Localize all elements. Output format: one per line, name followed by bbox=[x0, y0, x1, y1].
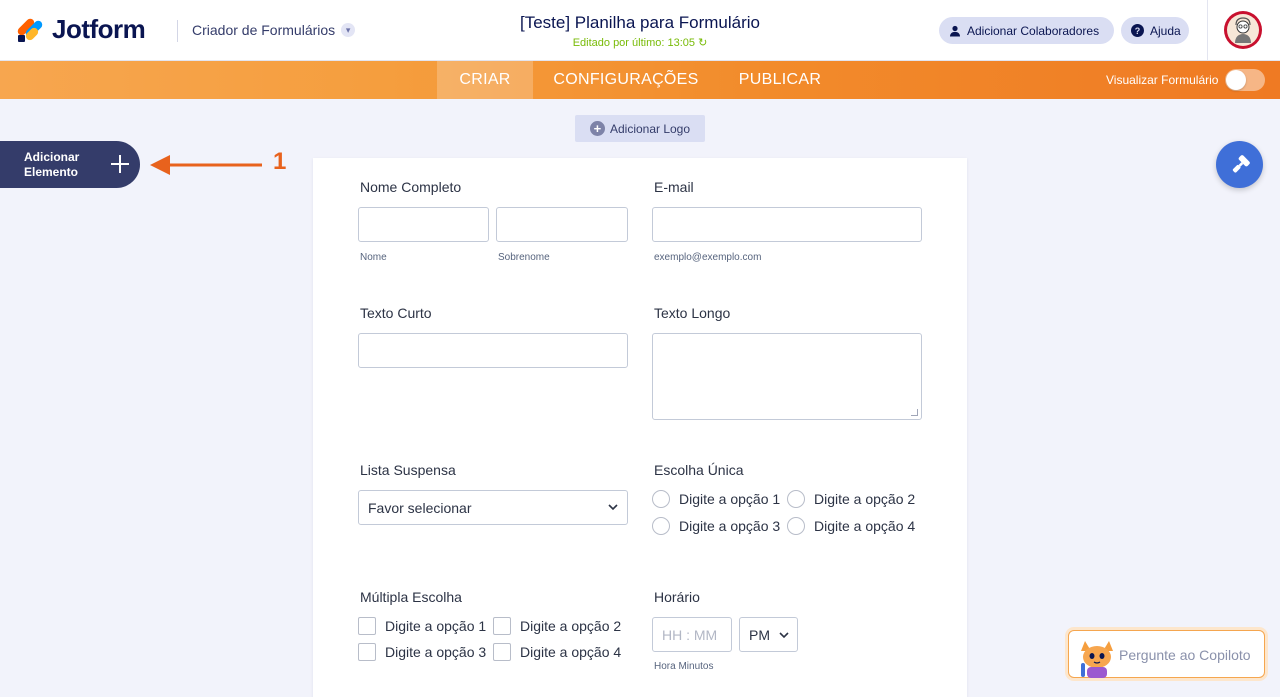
checkbox-option-label: Digite a opção 1 bbox=[385, 618, 487, 634]
ampm-value: PM bbox=[749, 626, 770, 643]
full-name-label: Nome Completo bbox=[360, 179, 462, 195]
user-icon bbox=[950, 25, 960, 36]
time-sublabel: Hora Minutos bbox=[654, 661, 714, 672]
chevron-down-icon bbox=[608, 504, 618, 511]
checkbox-option[interactable]: Digite a opção 4 bbox=[493, 643, 621, 661]
radio-button[interactable] bbox=[652, 517, 670, 535]
email-input[interactable] bbox=[652, 207, 922, 242]
chevron-down-icon bbox=[779, 632, 789, 639]
paint-roller-icon bbox=[1232, 154, 1250, 173]
add-collaborators-button[interactable]: Adicionar Colaboradores bbox=[939, 17, 1114, 44]
jotform-logo-icon bbox=[16, 15, 44, 45]
radio-button[interactable] bbox=[787, 517, 805, 535]
ampm-select[interactable]: PM bbox=[739, 617, 798, 652]
email-label: E-mail bbox=[654, 179, 694, 195]
dropdown-select[interactable]: Favor selecionar bbox=[358, 490, 628, 525]
copilot-mascot-icon bbox=[1081, 641, 1113, 678]
edited-status: Editado por último: 13:05 ↻ bbox=[440, 36, 840, 49]
form-title[interactable]: [Teste] Planilha para Formulário bbox=[440, 13, 840, 33]
top-header: Jotform Criador de Formulários ▾ [Teste]… bbox=[0, 0, 1280, 61]
help-label: Ajuda bbox=[1150, 23, 1181, 38]
radio-option-label: Digite a opção 1 bbox=[679, 491, 781, 507]
short-text-input[interactable] bbox=[358, 333, 628, 368]
checkbox[interactable] bbox=[358, 643, 376, 661]
annotation-number: 1 bbox=[273, 148, 287, 175]
preview-toggle[interactable] bbox=[1225, 69, 1265, 91]
time-label: Horário bbox=[654, 589, 700, 605]
add-logo-button[interactable]: + Adicionar Logo bbox=[575, 115, 705, 142]
add-element-button[interactable]: Adicionar Elemento bbox=[0, 141, 140, 188]
help-icon: ? bbox=[1131, 24, 1144, 37]
single-choice-label: Escolha Única bbox=[654, 462, 744, 478]
first-name-input[interactable] bbox=[358, 207, 489, 242]
first-name-sublabel: Nome bbox=[360, 252, 387, 263]
checkbox-option-label: Digite a opção 4 bbox=[520, 644, 622, 660]
annotation-arrow-icon bbox=[150, 155, 262, 175]
copilot-button[interactable]: Pergunte ao Copiloto bbox=[1068, 630, 1265, 678]
header-divider bbox=[177, 20, 178, 42]
radio-button[interactable] bbox=[787, 490, 805, 508]
tab-settings[interactable]: CONFIGURAÇÕES bbox=[548, 61, 704, 99]
collaborators-label: Adicionar Colaboradores bbox=[967, 23, 1100, 38]
toggle-knob bbox=[1226, 70, 1246, 90]
checkbox[interactable] bbox=[358, 617, 376, 635]
add-logo-label: Adicionar Logo bbox=[609, 121, 691, 136]
logo-text: Jotform bbox=[52, 14, 146, 44]
resize-handle-icon[interactable] bbox=[911, 409, 918, 416]
plus-icon bbox=[109, 153, 131, 175]
form-canvas: Nome Completo Nome Sobrenome E-mail exem… bbox=[313, 158, 967, 697]
checkbox[interactable] bbox=[493, 617, 511, 635]
avatar-image bbox=[1227, 14, 1259, 46]
chevron-down-icon: ▾ bbox=[341, 23, 356, 37]
edited-text: Editado por último: 13:05 bbox=[572, 37, 696, 49]
builder-menu[interactable]: Criador de Formulários ▾ bbox=[192, 22, 356, 38]
dropdown-selected-value: Favor selecionar bbox=[368, 499, 472, 516]
help-button[interactable]: ? Ajuda bbox=[1121, 17, 1189, 44]
copilot-label: Pergunte ao Copiloto bbox=[1119, 647, 1251, 663]
plus-circle-icon: + bbox=[589, 121, 605, 136]
checkbox-option[interactable]: Digite a opção 2 bbox=[493, 617, 621, 635]
tab-publish[interactable]: PUBLICAR bbox=[730, 61, 830, 99]
checkbox-option-label: Digite a opção 2 bbox=[520, 618, 622, 634]
radio-button[interactable] bbox=[652, 490, 670, 508]
builder-nav: CRIAR CONFIGURAÇÕES PUBLICAR Visualizar … bbox=[0, 61, 1280, 99]
refresh-icon: ↻ bbox=[698, 37, 708, 49]
checkbox-option-label: Digite a opção 3 bbox=[385, 644, 487, 660]
last-name-sublabel: Sobrenome bbox=[498, 252, 550, 263]
add-element-label: Adicionar Elemento bbox=[24, 150, 80, 179]
form-designer-button[interactable] bbox=[1216, 141, 1263, 188]
radio-option-label: Digite a opção 3 bbox=[679, 518, 781, 534]
builder-label: Criador de Formulários bbox=[192, 22, 336, 38]
radio-option[interactable]: Digite a opção 2 bbox=[787, 490, 915, 508]
svg-text:?: ? bbox=[1135, 26, 1141, 36]
radio-option[interactable]: Digite a opção 4 bbox=[787, 517, 915, 535]
checkbox[interactable] bbox=[493, 643, 511, 661]
avatar-divider bbox=[1207, 0, 1208, 61]
long-text-textarea[interactable] bbox=[652, 333, 922, 420]
dropdown-label: Lista Suspensa bbox=[360, 462, 456, 478]
email-sublabel: exemplo@exemplo.com bbox=[654, 252, 762, 263]
jotform-logo[interactable]: Jotform bbox=[16, 14, 146, 45]
user-avatar[interactable] bbox=[1224, 11, 1262, 49]
radio-option[interactable]: Digite a opção 1 bbox=[652, 490, 780, 508]
form-title-area: [Teste] Planilha para Formulário Editado… bbox=[440, 13, 840, 49]
preview-form-label: Visualizar Formulário bbox=[1106, 73, 1219, 87]
radio-option[interactable]: Digite a opção 3 bbox=[652, 517, 780, 535]
short-text-label: Texto Curto bbox=[360, 305, 432, 321]
checkbox-option[interactable]: Digite a opção 1 bbox=[358, 617, 486, 635]
radio-option-label: Digite a opção 4 bbox=[814, 518, 916, 534]
time-input[interactable]: HH : MM bbox=[652, 617, 732, 652]
long-text-label: Texto Longo bbox=[654, 305, 731, 321]
checkbox-option[interactable]: Digite a opção 3 bbox=[358, 643, 486, 661]
time-placeholder: HH : MM bbox=[662, 626, 718, 643]
radio-option-label: Digite a opção 2 bbox=[814, 491, 916, 507]
last-name-input[interactable] bbox=[496, 207, 628, 242]
multiple-choice-label: Múltipla Escolha bbox=[360, 589, 462, 605]
tab-create[interactable]: CRIAR bbox=[437, 61, 533, 99]
